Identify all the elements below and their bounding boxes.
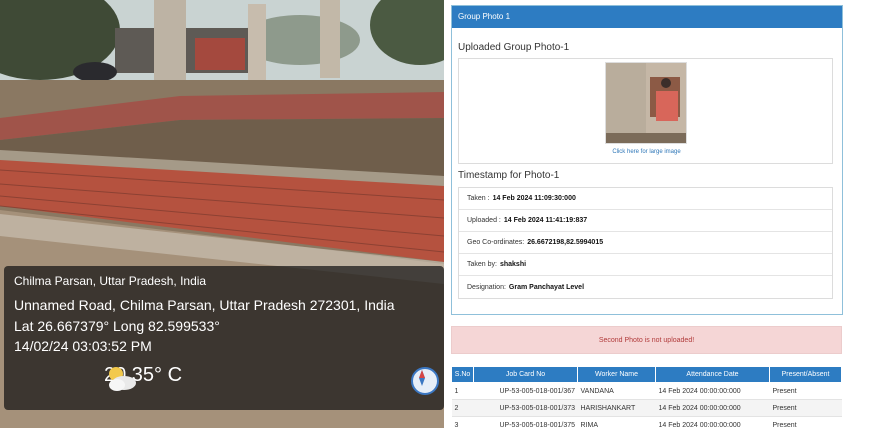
info-row-uploaded: Uploaded :14 Feb 2024 11:41:19:837 bbox=[459, 210, 832, 232]
large-image-link[interactable]: Click here for large image bbox=[459, 149, 834, 155]
table-header-row: S.No Job Card No Worker Name Attendance … bbox=[451, 366, 842, 383]
group-photo-thumbnail[interactable] bbox=[605, 62, 687, 144]
info-row-geo: Geo Co-ordinates: 26.6672198,82.5994015 bbox=[459, 232, 832, 254]
table-row: 1 UP-53-005-018-001/367 VANDANA 14 Feb 2… bbox=[451, 382, 842, 400]
col-attendance-date: Attendance Date bbox=[655, 366, 770, 383]
compass-icon bbox=[411, 367, 439, 395]
timestamp-title: Timestamp for Photo-1 bbox=[458, 170, 560, 181]
geotag-latlong: Lat 26.667379° Long 82.599533° bbox=[14, 318, 220, 334]
attendance-table: S.No Job Card No Worker Name Attendance … bbox=[451, 366, 842, 428]
geotag-overlay: Chilma Parsan, Uttar Pradesh, India Unna… bbox=[4, 266, 444, 410]
geotag-address: Unnamed Road, Chilma Parsan, Uttar Prade… bbox=[14, 297, 395, 313]
col-present-absent: Present/Absent bbox=[769, 366, 842, 383]
geotag-place: Chilma Parsan, Uttar Pradesh, India bbox=[14, 274, 207, 288]
weather-widget: 20.35° C bbox=[104, 364, 182, 391]
table-row: 2 UP-53-005-018-001/373 HARISHANKART 14 … bbox=[451, 399, 842, 417]
uploaded-photo-title: Uploaded Group Photo-1 bbox=[458, 42, 570, 53]
info-row-taken-by: Taken by: shakshi bbox=[459, 254, 832, 276]
timestamp-info: Taken :14 Feb 2024 11:09:30:000 Uploaded… bbox=[458, 187, 833, 299]
partly-cloudy-icon bbox=[109, 367, 136, 391]
geotag-datetime: 14/02/24 03:03:52 PM bbox=[14, 338, 152, 354]
uploaded-photo-box: Click here for large image bbox=[458, 58, 833, 164]
col-job-card: Job Card No bbox=[473, 366, 578, 383]
group-photo-panel: Group Photo 1 Uploaded Group Photo-1 Cli… bbox=[451, 5, 843, 315]
table-row: 3 UP-53-005-018-001/375 RIMA 14 Feb 2024… bbox=[451, 416, 842, 428]
info-row-designation: Designation: Gram Panchayat Level bbox=[467, 283, 585, 291]
panel-header: Group Photo 1 bbox=[452, 6, 842, 28]
second-photo-alert: Second Photo is not uploaded! bbox=[451, 326, 842, 354]
col-worker-name: Worker Name bbox=[577, 366, 656, 383]
col-sno: S.No bbox=[451, 366, 474, 383]
site-photo: Chilma Parsan, Uttar Pradesh, India Unna… bbox=[0, 0, 444, 428]
info-row-taken: Taken :14 Feb 2024 11:09:30:000 bbox=[459, 188, 832, 210]
